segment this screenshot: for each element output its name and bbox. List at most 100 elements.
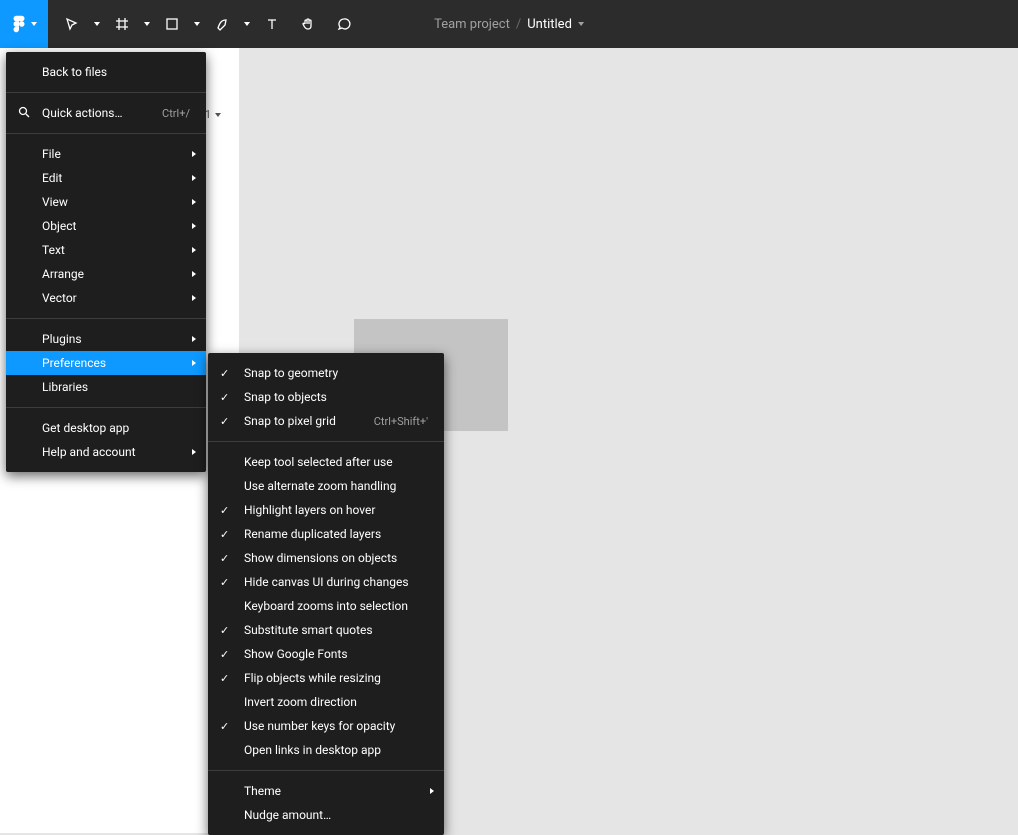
page-selector[interactable]: 1 bbox=[205, 108, 221, 121]
menu-label: Snap to pixel grid bbox=[244, 414, 362, 428]
menu-label: Get desktop app bbox=[42, 421, 190, 435]
figma-icon bbox=[11, 13, 27, 35]
menu-object[interactable]: Object bbox=[6, 214, 206, 238]
menu-label: Use alternate zoom handling bbox=[244, 479, 428, 493]
menu-view[interactable]: View bbox=[6, 190, 206, 214]
chevron-down-icon bbox=[194, 22, 200, 26]
pref-item[interactable]: Nudge amount… bbox=[208, 803, 444, 827]
chevron-down-icon bbox=[578, 22, 584, 26]
menu-get-desktop[interactable]: Get desktop app bbox=[6, 416, 206, 440]
chevron-right-icon bbox=[192, 151, 196, 157]
menu-label: Object bbox=[42, 219, 190, 233]
menu-edit[interactable]: Edit bbox=[6, 166, 206, 190]
menu-vector[interactable]: Vector bbox=[6, 286, 206, 310]
menu-label: Use number keys for opacity bbox=[244, 719, 428, 733]
chevron-right-icon bbox=[192, 295, 196, 301]
menu-label: Snap to geometry bbox=[244, 366, 428, 380]
move-tool[interactable] bbox=[56, 8, 88, 40]
menu-label: Show dimensions on objects bbox=[244, 551, 428, 565]
menu-help[interactable]: Help and account bbox=[6, 440, 206, 464]
menu-label: View bbox=[42, 195, 190, 209]
pref-item[interactable]: Keep tool selected after use bbox=[208, 450, 444, 474]
menu-libraries[interactable]: Libraries bbox=[6, 375, 206, 399]
file-title[interactable]: Team project / Untitled bbox=[434, 17, 584, 32]
menu-label: Quick actions… bbox=[42, 106, 150, 120]
pref-item[interactable]: Use number keys for opacity bbox=[208, 714, 444, 738]
hand-tool[interactable] bbox=[292, 8, 324, 40]
check-icon bbox=[220, 719, 229, 733]
frame-tool[interactable] bbox=[106, 8, 138, 40]
check-icon bbox=[220, 575, 229, 589]
check-icon bbox=[220, 390, 229, 404]
chevron-right-icon bbox=[192, 336, 196, 342]
frame-tool-menu[interactable] bbox=[142, 8, 152, 40]
menu-label: Open links in desktop app bbox=[244, 743, 428, 757]
pref-item[interactable]: Snap to geometry bbox=[208, 361, 444, 385]
menu-separator bbox=[208, 770, 444, 771]
menu-shortcut: Ctrl+/ bbox=[162, 107, 190, 120]
pref-item[interactable]: Flip objects while resizing bbox=[208, 666, 444, 690]
pref-item[interactable]: Theme bbox=[208, 779, 444, 803]
chevron-down-icon bbox=[215, 113, 221, 117]
file-name: Untitled bbox=[527, 17, 572, 32]
pref-item[interactable]: Highlight layers on hover bbox=[208, 498, 444, 522]
menu-label: Hide canvas UI during changes bbox=[244, 575, 428, 589]
text-tool[interactable] bbox=[256, 8, 288, 40]
menu-label: Edit bbox=[42, 171, 190, 185]
menu-arrange[interactable]: Arrange bbox=[6, 262, 206, 286]
pref-item[interactable]: Open links in desktop app bbox=[208, 738, 444, 762]
move-tool-menu[interactable] bbox=[92, 8, 102, 40]
check-icon bbox=[220, 503, 229, 517]
menu-separator bbox=[208, 441, 444, 442]
menu-label: Show Google Fonts bbox=[244, 647, 428, 661]
chevron-down-icon bbox=[244, 22, 250, 26]
menu-label: Theme bbox=[244, 784, 428, 798]
menu-label: Rename duplicated layers bbox=[244, 527, 428, 541]
pref-item[interactable]: Snap to pixel grid Ctrl+Shift+' bbox=[208, 409, 444, 433]
menu-text[interactable]: Text bbox=[6, 238, 206, 262]
menu-label: Plugins bbox=[42, 332, 190, 346]
separator: / bbox=[516, 17, 521, 32]
pref-item[interactable]: Use alternate zoom handling bbox=[208, 474, 444, 498]
menu-file[interactable]: File bbox=[6, 142, 206, 166]
pref-item[interactable]: Show dimensions on objects bbox=[208, 546, 444, 570]
check-icon bbox=[220, 527, 229, 541]
pen-tool-menu[interactable] bbox=[242, 8, 252, 40]
chevron-down-icon bbox=[144, 22, 150, 26]
comment-tool[interactable] bbox=[328, 8, 360, 40]
shape-tool[interactable] bbox=[156, 8, 188, 40]
menu-shortcut: Ctrl+Shift+' bbox=[374, 415, 428, 428]
menu-label: Text bbox=[42, 243, 190, 257]
team-name: Team project bbox=[434, 17, 510, 32]
chevron-right-icon bbox=[192, 199, 196, 205]
text-icon bbox=[265, 17, 279, 31]
menu-plugins[interactable]: Plugins bbox=[6, 327, 206, 351]
pref-item[interactable]: Invert zoom direction bbox=[208, 690, 444, 714]
pref-item[interactable]: Substitute smart quotes bbox=[208, 618, 444, 642]
pref-item[interactable]: Keyboard zooms into selection bbox=[208, 594, 444, 618]
main-menu-button[interactable] bbox=[0, 0, 48, 48]
pref-item[interactable]: Snap to objects bbox=[208, 385, 444, 409]
top-toolbar: Team project / Untitled bbox=[0, 0, 1018, 48]
shape-tool-menu[interactable] bbox=[192, 8, 202, 40]
menu-separator bbox=[6, 133, 206, 134]
menu-preferences[interactable]: Preferences bbox=[6, 351, 206, 375]
pen-icon bbox=[215, 17, 229, 31]
menu-label: Nudge amount… bbox=[244, 808, 428, 822]
pref-item[interactable]: Hide canvas UI during changes bbox=[208, 570, 444, 594]
menu-label: File bbox=[42, 147, 190, 161]
check-icon bbox=[220, 551, 229, 565]
pref-item[interactable]: Rename duplicated layers bbox=[208, 522, 444, 546]
chevron-right-icon bbox=[192, 247, 196, 253]
menu-quick-actions[interactable]: Quick actions… Ctrl+/ bbox=[6, 101, 206, 125]
pref-item[interactable]: Show Google Fonts bbox=[208, 642, 444, 666]
pen-tool[interactable] bbox=[206, 8, 238, 40]
menu-back-to-files[interactable]: Back to files bbox=[6, 60, 206, 84]
menu-separator bbox=[6, 407, 206, 408]
frame-icon bbox=[115, 17, 129, 31]
chevron-down-icon bbox=[31, 22, 37, 26]
menu-label: Keyboard zooms into selection bbox=[244, 599, 428, 613]
check-icon bbox=[220, 414, 229, 428]
menu-label: Help and account bbox=[42, 445, 190, 459]
comment-icon bbox=[337, 17, 351, 31]
